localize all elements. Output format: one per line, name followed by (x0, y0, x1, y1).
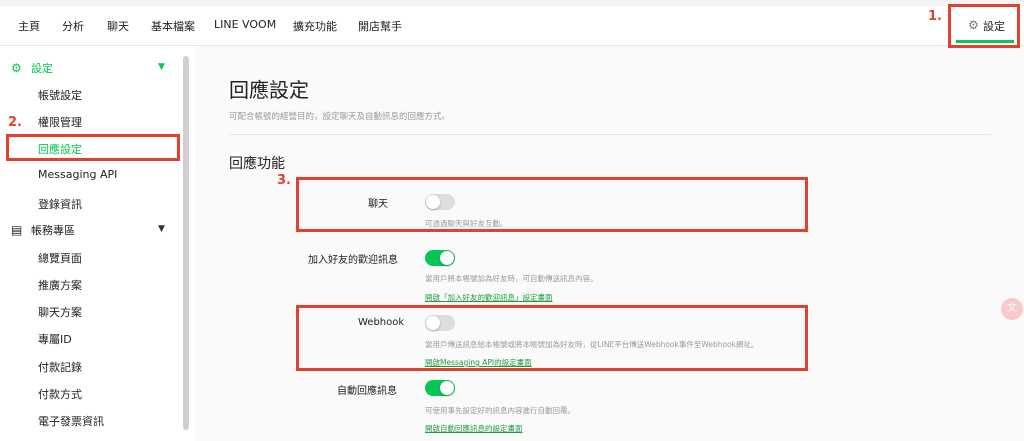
nav-shop-helper[interactable]: 開店幫手 (358, 18, 402, 34)
auto-reply-settings-link[interactable]: 開啟自動回應訊息的設定畫面 (425, 423, 523, 434)
nav-home[interactable]: 主頁 (18, 18, 40, 34)
annotation-box-response-settings (6, 134, 180, 161)
annotation-number-3: 3. (277, 173, 291, 188)
divider (229, 134, 991, 135)
toggle-knob (440, 381, 454, 395)
section-title: 回應功能 (229, 156, 285, 172)
sidebar-item-overview[interactable]: 總覽頁面 (38, 250, 82, 266)
main-content: 回應設定 可配合帳號的經營目的，設定聊天及自動訊息的回應方式。 回應功能 聊天 … (195, 46, 1024, 441)
sidebar-item-payment-history[interactable]: 付款記錄 (38, 359, 82, 375)
sidebar: ⚙ 設定 ▼ 帳號設定 權限管理 回應設定 Messaging API 登錄資訊 … (0, 46, 195, 441)
welcome-message-description: 當用戶將本帳號加為好友時，可自動傳送訊息內容。 (425, 274, 598, 283)
sidebar-item-premium-id[interactable]: 專屬ID (38, 331, 72, 347)
nav-line-voom[interactable]: LINE VOOM (214, 18, 276, 31)
sidebar-item-e-invoice[interactable]: 電子發票資訊 (38, 413, 104, 429)
auto-reply-description: 可使用事先設定好的訊息內容進行自動回覆。 (425, 406, 575, 415)
toggle-knob (440, 251, 454, 265)
sidebar-section-billing-label: 帳務專區 (31, 224, 75, 237)
annotation-box-webhook (296, 305, 808, 371)
nav-extensions[interactable]: 擴充功能 (293, 18, 337, 34)
sidebar-item-account-settings[interactable]: 帳號設定 (38, 87, 82, 103)
nav-chat[interactable]: 聊天 (107, 18, 129, 34)
annotation-number-1: 1. (928, 9, 942, 24)
top-navigation-bar: 主頁 分析 聊天 基本檔案 LINE VOOM 擴充功能 開店幫手 ⚙ 設定 (0, 0, 1024, 46)
annotation-box-chat (296, 177, 808, 232)
annotation-box-settings (948, 4, 1020, 48)
sidebar-item-messaging-api[interactable]: Messaging API (38, 168, 117, 181)
welcome-message-label: 加入好友的歡迎訊息 (308, 255, 398, 266)
sidebar-item-chat-plan[interactable]: 聊天方案 (38, 304, 82, 320)
welcome-message-toggle[interactable] (425, 250, 455, 266)
sidebar-item-payment-method[interactable]: 付款方式 (38, 386, 82, 402)
sidebar-item-registration-info[interactable]: 登錄資訊 (38, 196, 82, 212)
sidebar-scrollbar[interactable] (183, 56, 189, 430)
gear-icon: ⚙ (11, 61, 22, 75)
nav-analytics[interactable]: 分析 (62, 18, 84, 34)
document-icon: ▤ (11, 223, 23, 237)
annotation-number-2: 2. (8, 115, 22, 130)
page-title: 回應設定 (229, 78, 309, 102)
translate-icon[interactable]: 文 (1001, 298, 1023, 320)
nav-profile[interactable]: 基本檔案 (151, 18, 195, 34)
page-subtitle: 可配合帳號的經營目的，設定聊天及自動訊息的回應方式。 (229, 112, 451, 122)
sidebar-section-settings-label: 設定 (31, 62, 53, 75)
sidebar-section-settings[interactable]: ⚙ 設定 (11, 60, 53, 76)
sidebar-section-billing[interactable]: ▤ 帳務專區 (11, 222, 75, 238)
auto-reply-toggle[interactable] (425, 380, 455, 396)
caret-down-icon[interactable]: ▼ (158, 62, 165, 72)
sidebar-item-permissions[interactable]: 權限管理 (38, 114, 82, 130)
caret-down-icon[interactable]: ▼ (158, 224, 165, 234)
welcome-message-settings-link[interactable]: 開啟「加入好友的歡迎訊息」設定畫面 (425, 292, 553, 303)
auto-reply-label: 自動回應訊息 (337, 386, 397, 397)
sidebar-item-promotion-plan[interactable]: 推廣方案 (38, 277, 82, 293)
